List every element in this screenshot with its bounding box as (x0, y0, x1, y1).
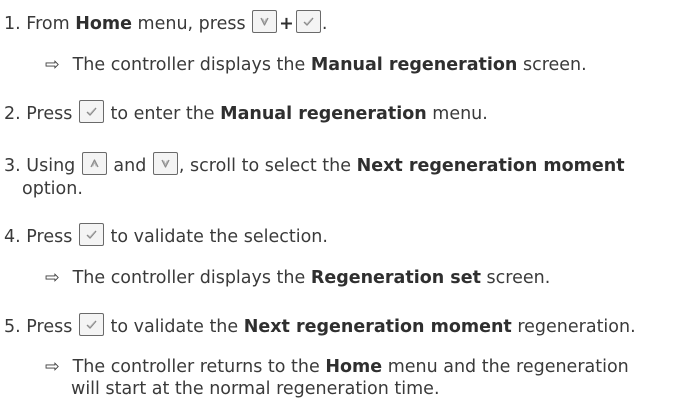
bold-term: Regeneration set (310, 268, 481, 288)
down-arrow-key-icon (152, 152, 178, 175)
step-1: 1. From Home menu, press +. (4, 10, 327, 36)
step-text: menu, press (131, 14, 246, 34)
result-arrow-icon: ⇨ (45, 357, 60, 377)
checkmark-key-icon (78, 313, 104, 336)
bold-term: Next regeneration moment (243, 317, 512, 337)
bold-term: Next regeneration moment (356, 156, 625, 176)
step-text: regeneration. (511, 317, 636, 337)
bold-term: Manual regeneration (220, 104, 427, 124)
step-5: 5. Press to validate the Next regenerati… (4, 313, 636, 339)
step-4: 4. Press to validate the selection. (4, 223, 328, 249)
step-2: 2. Press to enter the Manual regeneratio… (4, 100, 488, 126)
up-arrow-key-icon (81, 152, 107, 175)
result-text: menu and the regeneration (382, 357, 629, 377)
step-number: 2. (4, 104, 21, 124)
result-text: will start at the normal regeneration ti… (71, 379, 440, 399)
down-arrow-key-icon (252, 10, 278, 33)
step-text: to validate the (104, 317, 244, 337)
result-text: screen. (480, 268, 551, 288)
result-4: ⇨ The controller displays the Regenerati… (45, 266, 550, 290)
step-text: From (26, 14, 76, 34)
step-text: to enter the (104, 104, 221, 124)
step-text: option. (22, 179, 83, 199)
checkmark-key-icon (78, 223, 104, 246)
step-text: to validate the selection. (104, 227, 328, 247)
result-text: The controller returns to the (72, 357, 326, 377)
result-text: screen. (517, 55, 587, 75)
step-number: 1. (4, 14, 21, 34)
result-arrow-icon: ⇨ (45, 55, 60, 75)
bold-term: Home (325, 357, 383, 377)
step-text: , scroll to select the (178, 156, 357, 176)
step-text: menu. (426, 104, 488, 124)
step-number: 4. (4, 227, 21, 247)
step-text: Using (26, 156, 76, 176)
result-1: ⇨ The controller displays the Manual reg… (45, 53, 587, 77)
step-3: 3. Using and , scroll to select the Next… (4, 152, 625, 178)
bold-term: Home (75, 14, 132, 34)
result-text: The controller displays the (72, 268, 311, 288)
result-5: ⇨ The controller returns to the Home men… (45, 355, 629, 379)
bold-term: Manual regeneration (310, 55, 518, 75)
step-3-continuation: option. (22, 177, 83, 201)
step-text: Press (26, 227, 73, 247)
result-arrow-icon: ⇨ (45, 268, 60, 288)
step-number: 3. (4, 156, 21, 176)
step-text: Press (26, 317, 73, 337)
step-text: Press (26, 104, 73, 124)
plus-sign: + (279, 14, 294, 34)
step-text: . (321, 14, 328, 34)
checkmark-key-icon (295, 10, 321, 33)
checkmark-key-icon (78, 100, 104, 123)
step-number: 5. (4, 317, 21, 337)
step-text: and (107, 156, 152, 176)
result-text: The controller displays the (72, 55, 311, 75)
result-5-continuation: will start at the normal regeneration ti… (71, 377, 440, 401)
